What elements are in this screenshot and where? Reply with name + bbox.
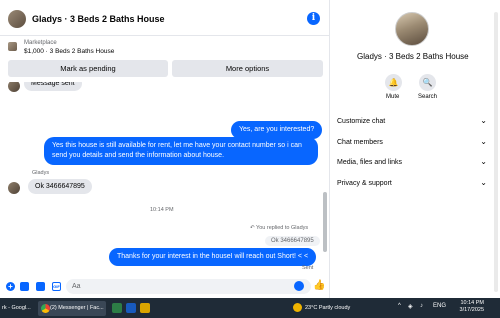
camera-icon[interactable] [20, 282, 29, 291]
message-bubble-incoming: Message sent [24, 82, 82, 91]
mark-as-pending-button[interactable]: Mark as pending [8, 60, 168, 77]
avatar [8, 182, 20, 194]
chrome-icon[interactable] [41, 304, 50, 313]
chat-scrollbar[interactable] [322, 82, 328, 272]
listing-title[interactable]: $1,000 · 3 Beds 2 Baths House [24, 48, 114, 55]
message-input-placeholder[interactable]: Aa [72, 283, 81, 290]
chat-title[interactable]: Gladys · 3 Beds 2 Baths House [32, 14, 165, 24]
details-row-customize-chat[interactable]: Customize chat ⌄ [337, 116, 487, 130]
details-title: Gladys · 3 Beds 2 Baths House [357, 52, 469, 61]
taskbar-app-chrome-1[interactable]: rk - Googl... [0, 301, 36, 316]
bell-icon[interactable]: 🔔 [385, 74, 402, 91]
thumbs-up-icon[interactable]: 👍 [313, 280, 325, 291]
folder-icon[interactable] [140, 303, 150, 313]
message-status: Sent [302, 265, 314, 271]
replied-to-label: ↶ You replied to Gladys [250, 225, 309, 231]
info-icon[interactable]: i [307, 12, 320, 25]
details-scrollbar[interactable] [494, 12, 498, 292]
details-row-chat-members[interactable]: Chat members ⌄ [337, 137, 487, 151]
contact-avatar[interactable] [8, 10, 26, 28]
marketplace-label: Marketplace [24, 40, 57, 46]
gif-icon[interactable]: GIF [52, 282, 61, 291]
mute-label[interactable]: Mute [386, 94, 399, 100]
tray-chevron-icon[interactable]: ^ [398, 303, 401, 309]
avatar [8, 82, 20, 92]
language-indicator[interactable]: ENG [433, 303, 446, 309]
details-row-media-files-links[interactable]: Media, files and links ⌄ [337, 157, 487, 171]
emoji-icon[interactable] [294, 281, 304, 291]
listing-thumbnail[interactable] [8, 42, 17, 51]
message-bubble-outgoing: Yes this house is still available for re… [44, 137, 318, 165]
chevron-down-icon: ⌄ [480, 157, 487, 166]
message-line: Yes this house is still available for re… [52, 142, 302, 149]
chevron-down-icon: ⌄ [480, 116, 487, 125]
message-timestamp: 10:14 PM [150, 207, 174, 213]
sticker-icon[interactable] [36, 282, 45, 291]
chevron-down-icon: ⌄ [480, 178, 487, 187]
details-row-privacy-support[interactable]: Privacy & support ⌄ [337, 178, 487, 192]
sender-name: Gladys [32, 170, 50, 176]
messenger-app: Gladys · 3 Beds 2 Baths House i Marketpl… [0, 0, 500, 298]
message-bubble-incoming: Ok 3466647895 [28, 179, 92, 194]
search-icon[interactable]: 🔍 [419, 74, 436, 91]
clock-time: 10:14 PM [460, 300, 484, 306]
scrollbar-thumb[interactable] [323, 192, 327, 252]
plus-icon[interactable]: + [6, 282, 15, 291]
app-icon[interactable] [112, 303, 122, 313]
taskbar-clock[interactable]: 10:14 PM 3/17/2025 [450, 300, 484, 314]
search-label[interactable]: Search [418, 94, 437, 100]
message-line: send you details and send the informatio… [52, 152, 225, 159]
clock-date: 3/17/2025 [459, 307, 484, 313]
message-input[interactable] [66, 279, 311, 294]
chevron-down-icon: ⌄ [480, 137, 487, 146]
weather-icon[interactable] [293, 303, 302, 312]
quoted-message[interactable]: Ok 3466647895 [265, 236, 320, 246]
message-bubble-outgoing: Thanks for your interest in the houseI w… [109, 248, 317, 266]
contact-avatar-large[interactable] [395, 12, 429, 46]
network-icon[interactable]: ◈ [408, 303, 413, 310]
message-list: Message sent Yes, are you interested? Ye… [0, 82, 322, 272]
weather-text[interactable]: 23°C Partly cloudy [305, 301, 350, 316]
chat-panel: Gladys · 3 Beds 2 Baths House i Marketpl… [0, 0, 330, 298]
more-options-button[interactable]: More options [172, 60, 323, 77]
volume-icon[interactable]: ♪ [420, 303, 423, 309]
word-icon[interactable] [126, 303, 136, 313]
